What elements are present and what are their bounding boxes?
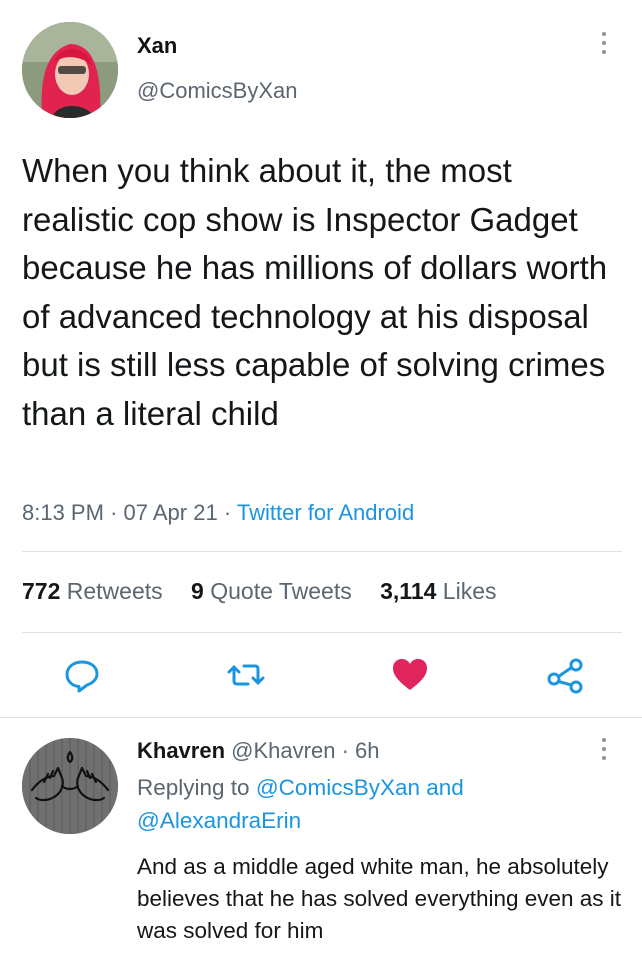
more-options-icon[interactable] <box>594 32 614 72</box>
tweet-source-link[interactable]: Twitter for Android <box>237 500 414 525</box>
likes-label: Likes <box>442 578 497 604</box>
heart-icon[interactable] <box>390 655 430 695</box>
share-icon[interactable] <box>545 655 585 695</box>
quote-tweets-stat[interactable]: 9 Quote Tweets <box>191 578 352 604</box>
retweets-label: Retweets <box>66 578 163 604</box>
author-handle[interactable]: @ComicsByXan <box>137 78 298 104</box>
replying-conjunction: and <box>426 775 464 800</box>
reply-author-handle[interactable]: @Khavren <box>231 738 335 763</box>
tweet-stats: 772 Retweets 9 Quote Tweets 3,114 Likes <box>22 578 519 605</box>
retweet-icon[interactable] <box>226 655 266 695</box>
tweet-actions <box>0 655 642 700</box>
retweets-count: 772 <box>22 578 61 604</box>
tweet-meta: 8:13 PM · 07 Apr 21 · Twitter for Androi… <box>22 500 414 526</box>
retweets-stat[interactable]: 772 Retweets <box>22 578 163 604</box>
mention-link[interactable]: @ComicsByXan <box>256 775 420 800</box>
quotes-count: 9 <box>191 578 204 604</box>
tweet-date[interactable]: 07 Apr 21 <box>124 500 218 525</box>
meta-separator: · <box>110 500 118 525</box>
likes-count: 3,114 <box>380 578 437 604</box>
mention-link[interactable]: @AlexandraErin <box>137 808 301 833</box>
reply-author-name[interactable]: Khavren <box>137 738 225 763</box>
author-avatar[interactable] <box>22 22 118 118</box>
divider <box>22 632 622 633</box>
meta-separator: · <box>341 738 349 763</box>
reply-author-avatar[interactable] <box>22 738 118 834</box>
reply-tweet: Khavren @Khavren · 6h Replying to @Comic… <box>0 718 642 960</box>
author-name[interactable]: Xan <box>137 33 177 59</box>
replying-to-line: Replying to @ComicsByXan and @AlexandraE… <box>137 771 617 837</box>
likes-stat[interactable]: 3,114 Likes <box>380 578 496 604</box>
meta-separator: · <box>223 500 232 525</box>
reply-text: And as a middle aged white man, he absol… <box>137 854 622 943</box>
main-tweet: Xan @ComicsByXan When you think about it… <box>0 0 642 718</box>
replying-prefix: Replying to <box>137 775 250 800</box>
divider <box>22 551 622 552</box>
quotes-label: Quote Tweets <box>210 578 352 604</box>
reply-time[interactable]: 6h <box>355 738 379 763</box>
reply-header: Khavren @Khavren · 6h <box>137 738 380 764</box>
tweet-text: When you think about it, the most realis… <box>22 152 608 432</box>
tweet-time[interactable]: 8:13 PM <box>22 500 104 525</box>
reply-icon[interactable] <box>62 655 102 695</box>
